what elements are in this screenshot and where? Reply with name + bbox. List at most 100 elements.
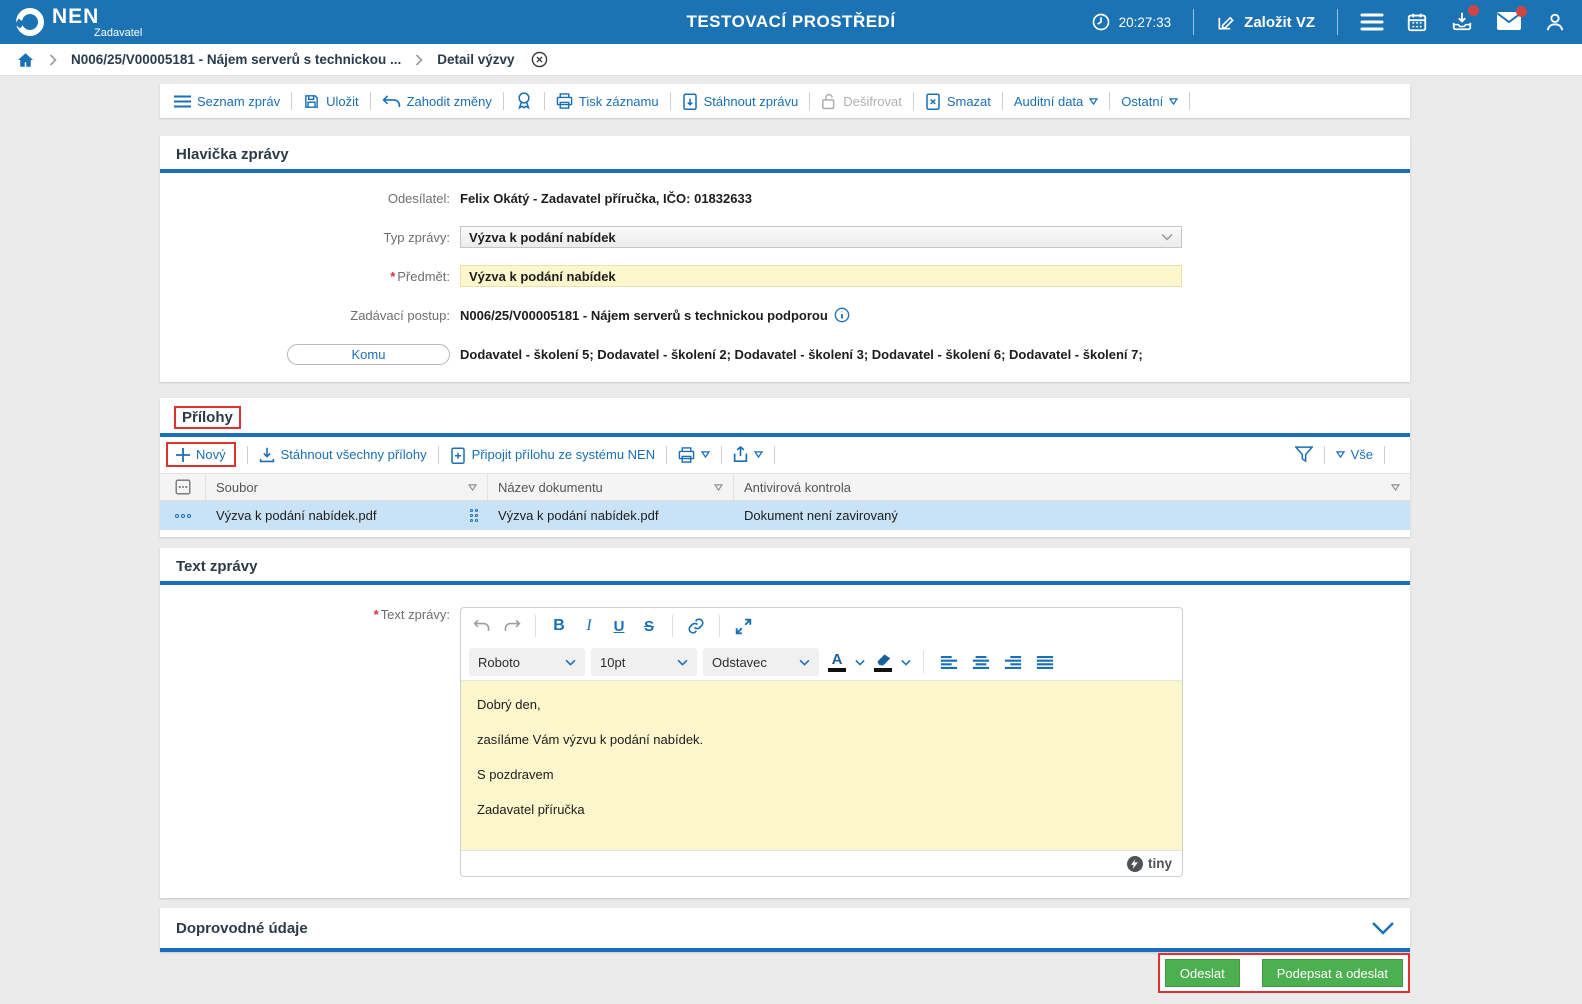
- block-format-dropdown[interactable]: Odstavec: [703, 648, 819, 676]
- align-justify-icon[interactable]: [1032, 649, 1058, 675]
- chevron-down-icon[interactable]: [855, 659, 865, 666]
- smazat-button[interactable]: Smazat: [925, 92, 991, 110]
- stahnout-zpravu-button[interactable]: Stáhnout zprávu: [682, 92, 799, 110]
- fullscreen-icon[interactable]: [730, 613, 756, 639]
- align-center-icon[interactable]: [968, 649, 994, 675]
- strikethrough-button[interactable]: S: [636, 613, 662, 639]
- print-dropdown[interactable]: [678, 447, 710, 463]
- editor-content-area[interactable]: Dobrý den, zasíláme Vám výzvu k podání n…: [461, 680, 1182, 850]
- link-icon[interactable]: [683, 613, 709, 639]
- undo-icon[interactable]: [469, 613, 495, 639]
- logo-text: NEN: [52, 6, 142, 27]
- header-divider: [1193, 9, 1194, 35]
- font-size-dropdown[interactable]: 10pt: [591, 648, 697, 676]
- typ-zpravy-select[interactable]: Výzva k podání nabídek: [460, 226, 1182, 248]
- downloads-button[interactable]: [1450, 10, 1474, 35]
- toolbar-separator: [503, 92, 504, 110]
- tiny-brand-label: tiny: [1148, 856, 1172, 871]
- breadcrumb-item-procedure[interactable]: N006/25/V00005181 - Nájem serverů s tech…: [71, 52, 401, 67]
- field-typ-zpravy: Typ zprávy: Výzva k podání nabídek: [160, 226, 1410, 248]
- pripojit-nen-label: Připojit přílohu ze systému NEN: [472, 447, 656, 462]
- align-left-icon[interactable]: [936, 649, 962, 675]
- stahnout-vsechny-button[interactable]: Stáhnout všechny přílohy: [259, 447, 427, 463]
- novy-button[interactable]: Nový: [176, 447, 226, 462]
- header-time: 20:27:33: [1119, 15, 1172, 30]
- expand-chevron-icon[interactable]: [1372, 922, 1394, 935]
- ulozit-button[interactable]: Uložit: [303, 93, 359, 110]
- export-dropdown[interactable]: [733, 446, 763, 463]
- cell-nazev-dokumentu[interactable]: Výzva k podání nabídek.pdf: [488, 501, 734, 530]
- column-header-soubor[interactable]: Soubor: [206, 474, 488, 500]
- close-tab-icon[interactable]: [531, 51, 548, 68]
- zahodit-zmeny-button[interactable]: Zahodit změny: [382, 94, 492, 109]
- save-floppy-icon: [303, 93, 320, 110]
- row-menu-cell[interactable]: [160, 501, 206, 530]
- text-color-button[interactable]: A: [825, 649, 849, 675]
- ostatni-dropdown[interactable]: Ostatní: [1121, 94, 1178, 109]
- highlighter-pen-icon: [875, 653, 891, 667]
- novy-annotation: Nový: [166, 442, 236, 467]
- italic-button[interactable]: I: [576, 613, 602, 639]
- odeslat-button[interactable]: Odeslat: [1165, 959, 1240, 987]
- column-filter-icon[interactable]: [714, 484, 723, 491]
- vse-filter-dropdown[interactable]: Vše: [1336, 447, 1373, 462]
- cell-soubor[interactable]: Výzva k podání nabídek.pdf: [206, 501, 488, 530]
- column-header-antivirova-kontrola[interactable]: Antivirová kontrola: [734, 474, 1410, 500]
- edit-square-icon: [1216, 12, 1236, 32]
- column-label: Soubor: [216, 480, 258, 495]
- undo-arrow-icon: [382, 94, 401, 109]
- predmet-input[interactable]: Výzva k podání nabídek: [460, 265, 1182, 287]
- toolbar-separator: [670, 92, 671, 110]
- filter-funnel-icon[interactable]: [1295, 446, 1313, 463]
- drag-handle-icon[interactable]: [470, 509, 478, 522]
- menu-hamburger-icon[interactable]: [1360, 13, 1384, 31]
- chevron-down-icon: [677, 659, 688, 666]
- toolbar-separator: [809, 92, 810, 110]
- attachments-toolbar: Nový Stáhnout všechny přílohy Připojit p…: [160, 437, 1410, 473]
- breadcrumb-item-detail[interactable]: Detail výzvy: [437, 52, 514, 67]
- underline-button[interactable]: U: [606, 613, 632, 639]
- certificate-button[interactable]: [515, 91, 533, 111]
- text-zpravy-label: *Text zprávy:: [160, 607, 450, 877]
- calendar-icon[interactable]: [1406, 11, 1428, 33]
- text-color-letter: A: [832, 653, 843, 667]
- home-icon[interactable]: [16, 51, 35, 69]
- desifrovat-button[interactable]: Dešifrovat: [821, 93, 902, 110]
- bold-button[interactable]: B: [546, 613, 572, 639]
- messages-button[interactable]: [1496, 11, 1522, 34]
- komu-button[interactable]: Komu: [287, 344, 450, 365]
- column-header-nazev-dokumentu[interactable]: Název dokumentu: [488, 474, 734, 500]
- user-icon[interactable]: [1544, 11, 1566, 33]
- smazat-label: Smazat: [947, 94, 991, 109]
- align-right-icon[interactable]: [1000, 649, 1026, 675]
- chevron-down-icon[interactable]: [901, 659, 911, 666]
- nen-logo[interactable]: NEN Zadavatel: [16, 6, 142, 39]
- zalozit-vz-button[interactable]: Založit VZ: [1216, 12, 1315, 32]
- triangle-down-icon: [701, 451, 710, 458]
- column-settings-header[interactable]: [160, 474, 206, 500]
- column-filter-icon[interactable]: [1391, 484, 1400, 491]
- highlight-color-button[interactable]: [871, 649, 895, 675]
- toolbar-separator: [1002, 92, 1003, 110]
- attachments-table: Soubor Název dokumentu Antivirová kontro…: [160, 473, 1410, 530]
- auditni-data-dropdown[interactable]: Auditní data: [1014, 94, 1098, 109]
- table-row[interactable]: Výzva k podání nabídek.pdf Výzva k podán…: [160, 501, 1410, 530]
- unlock-icon: [821, 93, 837, 110]
- cell-antivirova-kontrola[interactable]: Dokument není zavirovaný: [734, 501, 1410, 530]
- section-title: Text zprávy: [160, 548, 1410, 581]
- toolbar-separator: [544, 92, 545, 110]
- ribbon-award-icon: [515, 91, 533, 111]
- tiny-logo-icon: [1127, 856, 1143, 872]
- podepsat-a-odeslat-button[interactable]: Podepsat a odeslat: [1262, 959, 1403, 987]
- pripojit-nen-button[interactable]: Připojit přílohu ze systému NEN: [450, 446, 656, 464]
- seznam-zprav-button[interactable]: Seznam zpráv: [174, 94, 280, 109]
- font-family-dropdown[interactable]: Roboto: [469, 648, 585, 676]
- column-filter-icon[interactable]: [468, 484, 477, 491]
- typ-zpravy-label: Typ zprávy:: [160, 230, 450, 245]
- messages-badge: [1516, 6, 1527, 17]
- share-export-icon: [733, 446, 748, 463]
- stahnout-vsechny-label: Stáhnout všechny přílohy: [281, 447, 427, 462]
- tisk-zaznamu-button[interactable]: Tisk záznamu: [556, 93, 659, 109]
- redo-icon[interactable]: [499, 613, 525, 639]
- info-circle-icon[interactable]: [834, 307, 850, 323]
